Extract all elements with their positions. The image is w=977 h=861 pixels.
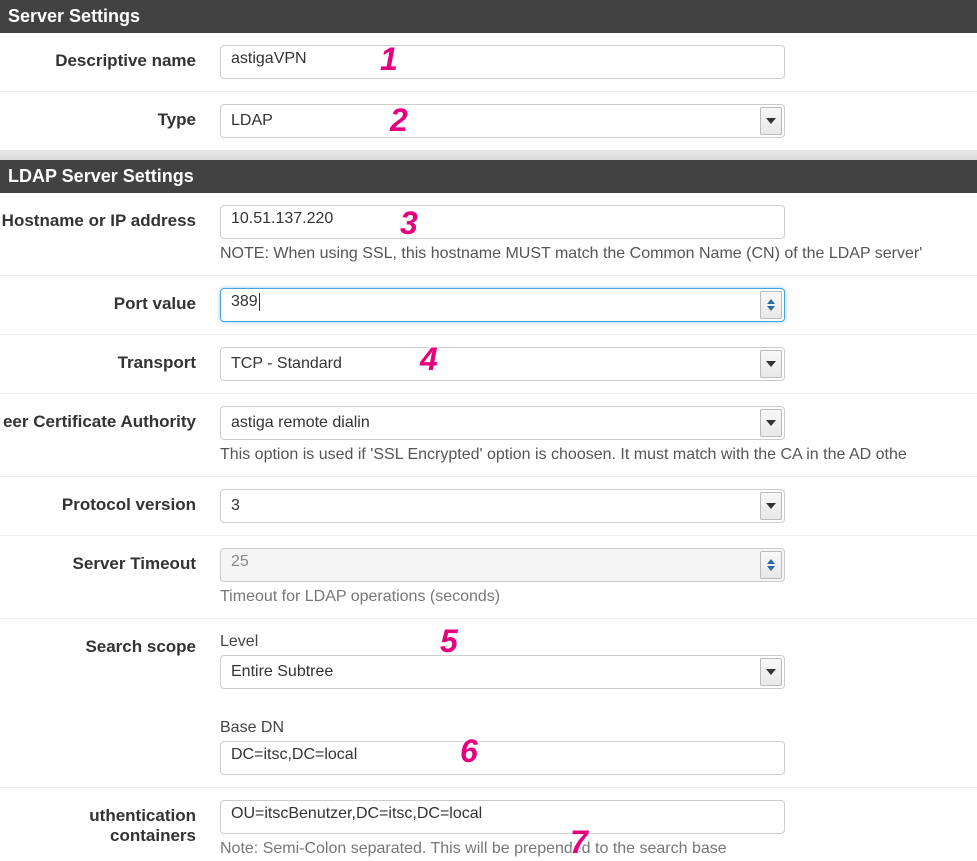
label-hostname: Hostname or IP address xyxy=(0,205,220,231)
text-cursor xyxy=(259,293,260,311)
row-port: Port value 389 xyxy=(0,276,977,335)
timeout-input[interactable]: 25 xyxy=(220,548,785,582)
row-search-scope: Search scope Level Entire Subtree 5 Base… xyxy=(0,619,977,788)
label-protocol: Protocol version xyxy=(0,489,220,515)
peer-ca-help: This option is used if 'SSL Encrypted' o… xyxy=(220,446,969,464)
row-type: Type LDAP 2 xyxy=(0,92,977,150)
row-auth-containers: uthentication containers OU=itscBenutzer… xyxy=(0,788,977,858)
chevron-down-icon[interactable] xyxy=(760,107,782,135)
peer-ca-select[interactable]: astiga remote dialin xyxy=(220,406,785,440)
transport-value: TCP - Standard xyxy=(231,355,342,373)
protocol-select[interactable]: 3 xyxy=(220,489,785,523)
spinner-icon[interactable] xyxy=(760,291,782,319)
basedn-input[interactable]: DC=itsc,DC=local xyxy=(220,741,785,775)
section-divider xyxy=(0,150,977,160)
chevron-down-icon[interactable] xyxy=(760,658,782,686)
level-sublabel: Level xyxy=(220,633,969,651)
level-value: Entire Subtree xyxy=(231,663,333,681)
level-select[interactable]: Entire Subtree xyxy=(220,655,785,689)
protocol-value: 3 xyxy=(231,497,240,515)
chevron-down-icon[interactable] xyxy=(760,350,782,378)
transport-select[interactable]: TCP - Standard xyxy=(220,347,785,381)
label-type: Type xyxy=(0,104,220,130)
row-hostname: Hostname or IP address 10.51.137.220 NOT… xyxy=(0,193,977,276)
row-protocol: Protocol version 3 xyxy=(0,477,977,536)
chevron-down-icon[interactable] xyxy=(760,492,782,520)
port-input[interactable]: 389 xyxy=(220,288,785,322)
type-select-value: LDAP xyxy=(231,112,273,130)
row-timeout: Server Timeout 25 Timeout for LDAP opera… xyxy=(0,536,977,619)
row-descriptive-name: Descriptive name astigaVPN 1 xyxy=(0,33,977,92)
port-value: 389 xyxy=(231,293,258,310)
hostname-input[interactable]: 10.51.137.220 xyxy=(220,205,785,239)
row-transport: Transport TCP - Standard 4 xyxy=(0,335,977,394)
label-timeout: Server Timeout xyxy=(0,548,220,574)
auth-containers-input[interactable]: OU=itscBenutzer,DC=itsc,DC=local xyxy=(220,800,785,834)
basedn-sublabel: Base DN xyxy=(220,719,969,737)
label-descriptive-name: Descriptive name xyxy=(0,45,220,71)
label-auth-containers: uthentication containers xyxy=(0,800,220,846)
descriptive-name-input[interactable]: astigaVPN xyxy=(220,45,785,79)
label-search-scope: Search scope xyxy=(0,631,220,657)
row-peer-ca: eer Certificate Authority astiga remote … xyxy=(0,394,977,477)
ldap-server-settings-header: LDAP Server Settings xyxy=(0,160,977,193)
chevron-down-icon[interactable] xyxy=(760,409,782,437)
server-settings-header: Server Settings xyxy=(0,0,977,33)
hostname-help: NOTE: When using SSL, this hostname MUST… xyxy=(220,245,969,263)
peer-ca-value: astiga remote dialin xyxy=(231,414,370,432)
label-port: Port value xyxy=(0,288,220,314)
spinner-icon[interactable] xyxy=(760,551,782,579)
type-select[interactable]: LDAP xyxy=(220,104,785,138)
timeout-value: 25 xyxy=(231,553,249,570)
auth-containers-help: Note: Semi-Colon separated. This will be… xyxy=(220,840,969,858)
timeout-help: Timeout for LDAP operations (seconds) xyxy=(220,588,969,606)
label-peer-ca: eer Certificate Authority xyxy=(0,406,220,432)
label-transport: Transport xyxy=(0,347,220,373)
